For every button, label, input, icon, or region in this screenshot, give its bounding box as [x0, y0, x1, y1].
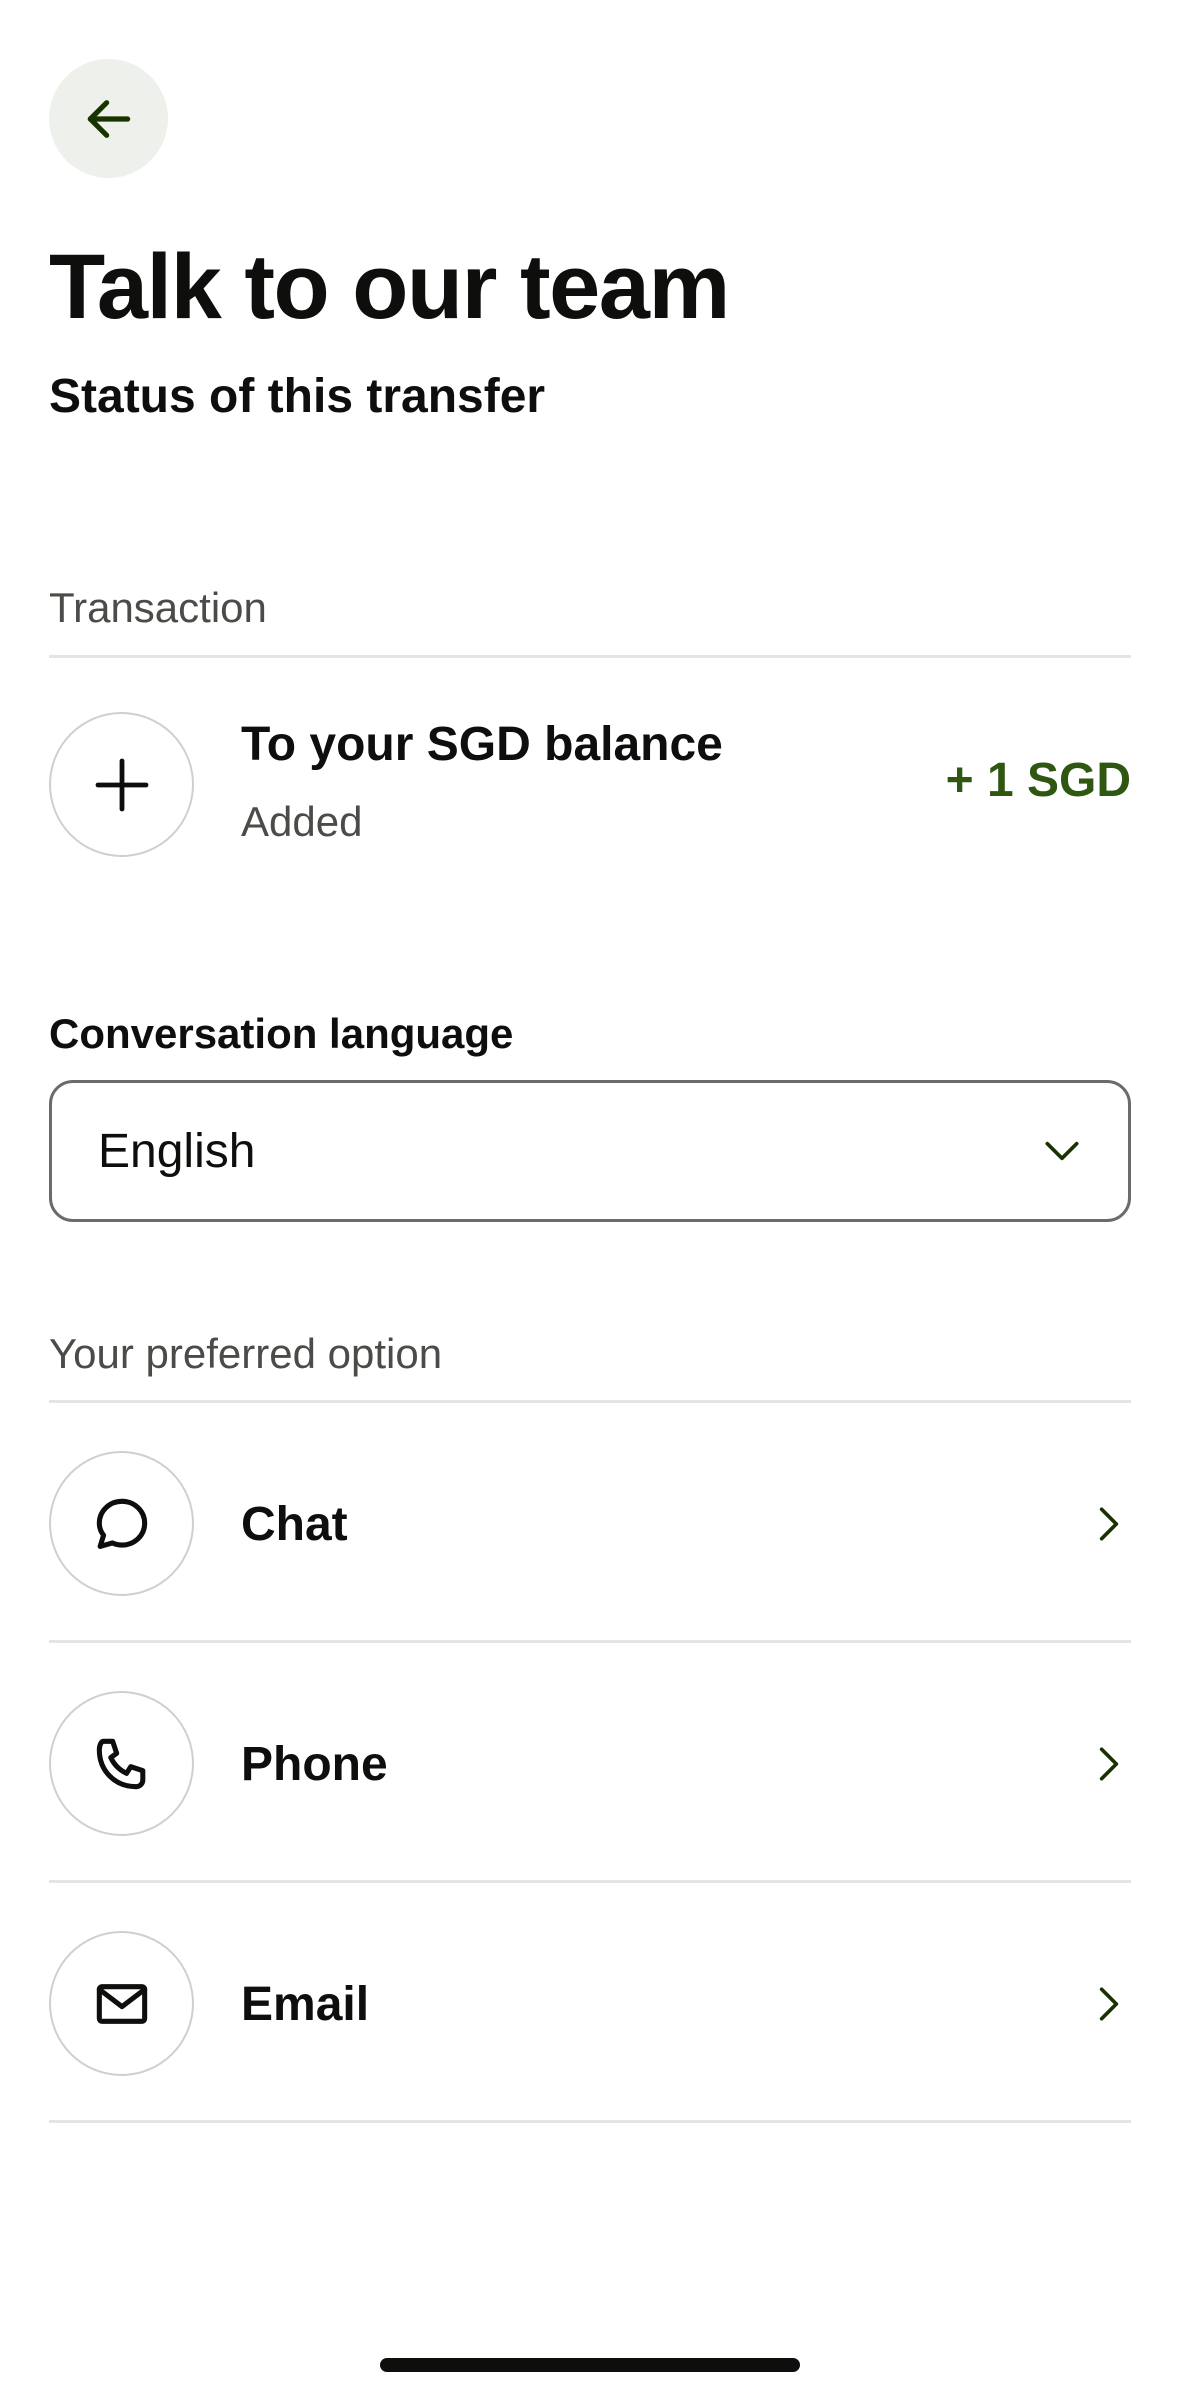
chevron-right-icon [1099, 1987, 1119, 2021]
option-divider [49, 1880, 1131, 1883]
arrow-left-icon [87, 99, 130, 138]
options-divider [49, 1400, 1131, 1403]
page-subtitle: Status of this transfer [49, 370, 546, 423]
chat-icon-circle [49, 1451, 194, 1596]
transaction-section-label: Transaction [49, 584, 267, 631]
chevron-right-icon [1099, 1747, 1119, 1781]
option-label-email: Email [241, 1978, 370, 2031]
phone-icon-circle [49, 1691, 194, 1836]
phone-icon [96, 1738, 145, 1789]
transaction-title: To your SGD balance [241, 718, 723, 771]
language-label: Conversation language [49, 1010, 514, 1057]
support-page: Talk to our team Status of this transfer… [0, 0, 1179, 2396]
option-label-chat: Chat [241, 1498, 348, 1551]
chevron-down-icon [1045, 1141, 1079, 1161]
transaction-status: Added [241, 798, 363, 845]
chat-bubble-icon [96, 1498, 147, 1549]
email-icon-circle [49, 1931, 194, 2076]
chevron-right-icon [1099, 1507, 1119, 1541]
page-title: Talk to our team [49, 236, 730, 338]
language-selected-value: English [98, 1124, 256, 1178]
plus-icon [95, 758, 148, 811]
language-select[interactable]: English [49, 1080, 1131, 1222]
transaction-amount: + 1 SGD [945, 754, 1131, 807]
option-divider [49, 1640, 1131, 1643]
option-label-phone: Phone [241, 1738, 388, 1791]
back-button[interactable] [49, 59, 168, 178]
option-divider [49, 2120, 1131, 2123]
transaction-divider [49, 655, 1131, 658]
transaction-icon-circle [49, 712, 194, 857]
envelope-icon [96, 1983, 147, 2024]
options-section-label: Your preferred option [49, 1330, 443, 1377]
home-indicator[interactable] [380, 2358, 800, 2372]
